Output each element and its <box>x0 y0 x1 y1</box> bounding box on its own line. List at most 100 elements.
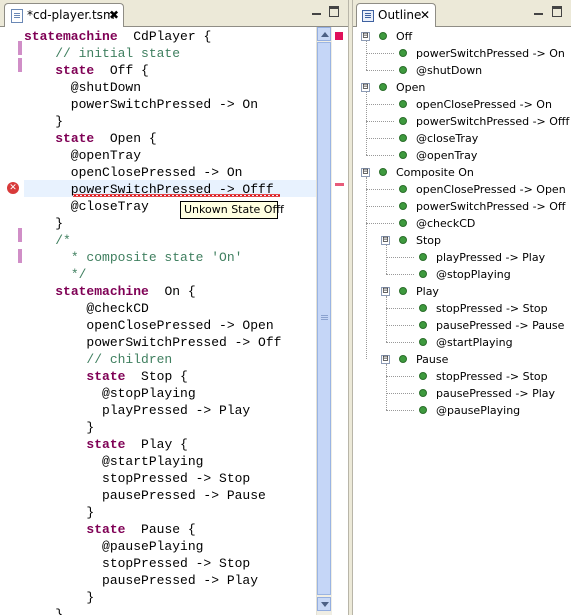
code-line[interactable]: // children <box>24 351 172 368</box>
code-line[interactable]: @checkCD <box>24 300 148 317</box>
code-line[interactable]: } <box>24 113 63 130</box>
tree-connector <box>366 92 367 155</box>
outline-node[interactable]: @openTray <box>353 147 571 164</box>
code-line[interactable]: } <box>24 589 94 606</box>
collapse-icon[interactable]: ⊟ <box>381 287 390 296</box>
outline-node[interactable]: ⊟ Open <box>353 79 571 96</box>
collapse-icon[interactable]: ⊟ <box>361 32 370 41</box>
node-icon <box>399 100 407 108</box>
outline-node[interactable]: openClosePressed -> Open <box>353 181 571 198</box>
collapse-icon[interactable]: ⊟ <box>361 168 370 177</box>
close-icon[interactable]: ✕ <box>420 4 430 26</box>
code-area[interactable]: statemachine CdPlayer { // initial state… <box>24 28 314 615</box>
code-line[interactable]: powerSwitchPressed -> On <box>24 96 258 113</box>
outline-tab[interactable]: Outline ✕ <box>356 3 436 27</box>
outline-node[interactable]: openClosePressed -> On <box>353 96 571 113</box>
vertical-ruler[interactable] <box>0 27 18 615</box>
code-line[interactable]: playPressed -> Play <box>24 402 250 419</box>
node-icon <box>419 372 427 380</box>
code-line[interactable]: openClosePressed -> On <box>24 164 243 181</box>
code-text: Off { <box>94 63 149 78</box>
quick-diff-marker <box>18 228 22 242</box>
overview-ruler[interactable] <box>332 27 348 615</box>
outline-node[interactable]: ⊟ Off <box>353 28 571 45</box>
scroll-up-icon[interactable] <box>317 27 331 41</box>
code-text: On { <box>148 284 196 299</box>
node-icon <box>419 389 427 397</box>
outline-node[interactable]: powerSwitchPressed -> Off <box>353 198 571 215</box>
code-line[interactable]: state Stop { <box>24 368 187 385</box>
code-line[interactable]: } <box>24 504 94 521</box>
minimize-icon[interactable] <box>534 6 544 16</box>
code-line[interactable]: state Off { <box>24 62 149 79</box>
code-line[interactable]: pausePressed -> Pause <box>24 487 266 504</box>
code-line[interactable]: } <box>24 419 94 436</box>
outline-node-label: @checkCD <box>416 217 476 230</box>
collapse-icon[interactable]: ⊟ <box>381 355 390 364</box>
code-line[interactable]: */ <box>24 266 87 283</box>
code-line[interactable]: @pausePlaying <box>24 538 203 555</box>
code-line[interactable]: @closeTray <box>24 198 149 215</box>
outline-node-label: openClosePressed -> On <box>416 98 552 111</box>
tree-connector <box>386 410 414 411</box>
code-line[interactable]: @startPlaying <box>24 453 203 470</box>
editor-tab[interactable]: *cd-player.tsm ✖ <box>4 3 124 27</box>
quick-diff-marker <box>18 41 22 55</box>
error-tooltip: Unkown State Offf <box>180 201 284 219</box>
error-overview-marker[interactable] <box>335 183 344 186</box>
outline-node[interactable]: powerSwitchPressed -> Offf <box>353 113 571 130</box>
outline-tab-bar: Outline ✕ <box>353 0 571 27</box>
error-summary-marker[interactable] <box>335 32 343 40</box>
code-line[interactable]: stopPressed -> Stop <box>24 470 250 487</box>
code-keyword: state <box>86 437 126 452</box>
code-line[interactable]: // initial state <box>24 45 180 62</box>
code-line[interactable]: * composite state 'On' <box>24 249 243 266</box>
tree-connector <box>386 364 387 410</box>
code-line[interactable]: statemachine CdPlayer { <box>24 28 211 45</box>
editor-vertical-scrollbar[interactable] <box>316 27 332 615</box>
code-line[interactable]: pausePressed -> Play <box>24 572 258 589</box>
outline-node[interactable]: @checkCD <box>353 215 571 232</box>
outline-node[interactable]: @shutDown <box>353 62 571 79</box>
code-line[interactable]: state Pause { <box>24 521 195 538</box>
maximize-icon[interactable] <box>329 6 339 17</box>
code-line[interactable]: powerSwitchPressed -> Off <box>24 334 281 351</box>
node-icon <box>419 321 427 329</box>
code-text: openClosePressed -> On <box>24 165 243 180</box>
code-line[interactable]: statemachine On { <box>24 283 196 300</box>
code-line[interactable]: /* <box>24 232 71 249</box>
tree-connector <box>366 41 367 70</box>
maximize-icon[interactable] <box>552 6 562 17</box>
scrollbar-thumb[interactable] <box>317 42 331 595</box>
code-line[interactable]: } <box>24 606 63 615</box>
collapse-icon[interactable]: ⊟ <box>381 236 390 245</box>
code-line[interactable]: state Play { <box>24 436 188 453</box>
minimize-icon[interactable] <box>312 6 322 16</box>
code-line[interactable]: } <box>24 215 63 232</box>
code-text: @pausePlaying <box>24 539 204 554</box>
scroll-down-icon[interactable] <box>317 597 331 611</box>
code-line[interactable]: openClosePressed -> Open <box>24 317 273 334</box>
node-icon <box>419 270 427 278</box>
node-icon <box>379 32 387 40</box>
code-text: @startPlaying <box>24 454 204 469</box>
outline-node[interactable]: @closeTray <box>353 130 571 147</box>
code-line[interactable]: @shutDown <box>24 79 141 96</box>
error-marker-icon[interactable]: ✕ <box>7 182 19 194</box>
code-line[interactable]: state Open { <box>24 130 156 147</box>
outline-node[interactable]: powerSwitchPressed -> On <box>353 45 571 62</box>
code-line[interactable]: @stopPlaying <box>24 385 196 402</box>
code-line[interactable]: @openTray <box>24 147 141 164</box>
code-text: Play { <box>125 437 188 452</box>
collapse-icon[interactable]: ⊟ <box>361 83 370 92</box>
outline-node-label: Stop <box>416 234 442 247</box>
code-comment: /* <box>55 233 71 248</box>
code-line[interactable]: stopPressed -> Stop <box>24 555 250 572</box>
tree-connector <box>366 223 394 224</box>
outline-node[interactable]: ⊟ Composite On <box>353 164 571 181</box>
close-icon[interactable]: ✖ <box>109 4 119 26</box>
